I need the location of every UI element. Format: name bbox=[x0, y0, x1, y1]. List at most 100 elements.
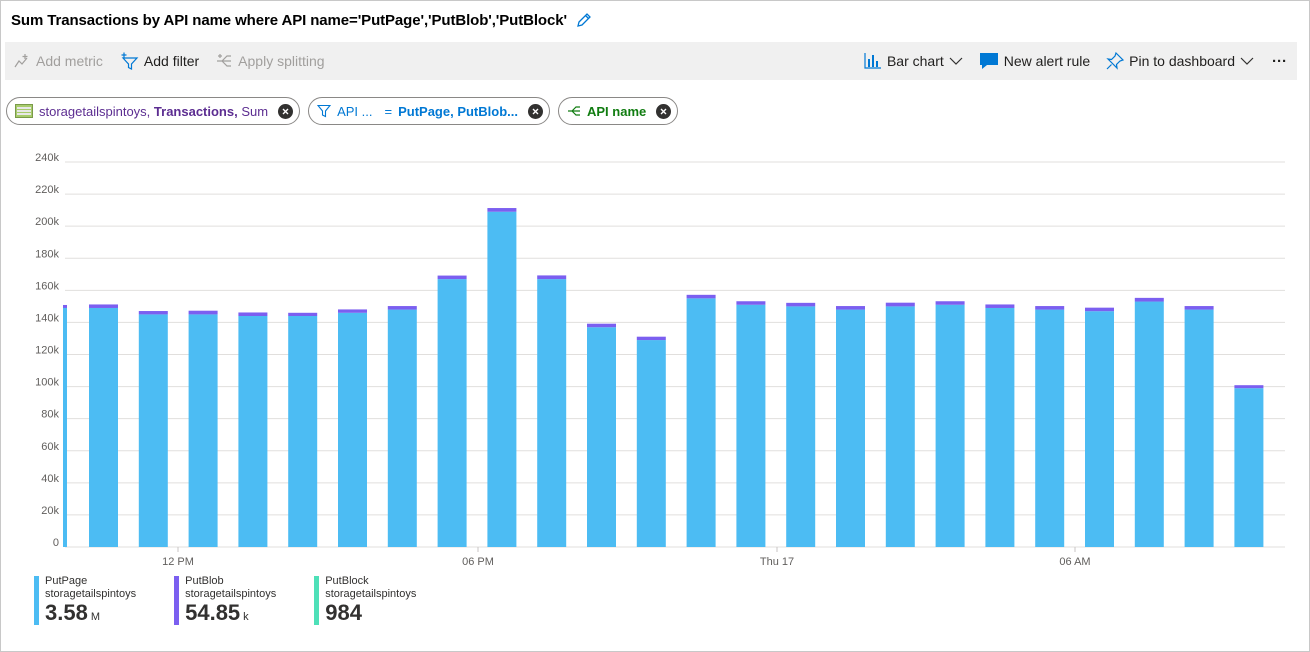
bar-segment-putblob bbox=[89, 304, 118, 308]
bar-segment-putpage bbox=[885, 306, 915, 547]
legend-item-putblob[interactable]: PutBlob storagetailspintoys 54.85 k bbox=[174, 575, 276, 625]
bar-segment-putblob bbox=[338, 309, 367, 313]
bar-segment-putpage bbox=[1035, 309, 1065, 547]
bar-segment-putblob bbox=[238, 312, 268, 316]
filter-pill-operator: = bbox=[384, 103, 393, 119]
splitting-pill[interactable]: API name bbox=[557, 97, 679, 125]
filter-pill-property: API ... bbox=[337, 103, 373, 119]
chart-title: Sum Transactions by API name where API n… bbox=[11, 11, 567, 29]
legend-item-putblock[interactable]: PutBlock storagetailspintoys 984 bbox=[314, 575, 416, 625]
bar-segment-putblob bbox=[188, 310, 218, 315]
bar-segment-putblob bbox=[387, 306, 417, 310]
bar-segment-putblob bbox=[63, 304, 67, 308]
remove-metric-close-icon[interactable] bbox=[278, 103, 294, 119]
bar-segment-putpage bbox=[288, 316, 318, 547]
bar-segment-putpage bbox=[537, 279, 567, 547]
bar-segment-putpage bbox=[1184, 309, 1214, 547]
bar-segment-putblob bbox=[537, 275, 567, 280]
metric-pill[interactable]: storagetailspintoys, Transactions, Sum bbox=[6, 97, 301, 125]
filter-pill[interactable]: API ... = PutPage, PutBlob... bbox=[308, 97, 550, 125]
apply-splitting-label: Apply splitting bbox=[238, 53, 325, 69]
pin-icon bbox=[1106, 52, 1125, 70]
bar-segment-putpage bbox=[686, 298, 716, 547]
remove-splitting-close-icon[interactable] bbox=[656, 103, 672, 119]
x-tick-label: 06 AM bbox=[1059, 556, 1090, 568]
edit-pencil-icon[interactable] bbox=[575, 11, 593, 29]
metric-pill-resource: storagetailspintoys, bbox=[39, 103, 151, 119]
alert-rule-icon bbox=[979, 53, 998, 69]
add-metric-label: Add metric bbox=[36, 53, 103, 69]
legend-series-total: 3.58 M bbox=[45, 600, 100, 625]
bar-segment-putblob bbox=[935, 301, 965, 305]
bar-segment-putblob bbox=[786, 302, 816, 307]
new-alert-rule-button[interactable]: New alert rule bbox=[971, 42, 1098, 80]
bar-segment-putpage bbox=[437, 279, 467, 547]
bar-segment-putpage bbox=[89, 307, 118, 547]
y-tick-label: 100k bbox=[35, 377, 59, 389]
y-tick-label: 0 bbox=[53, 537, 59, 549]
bar-segment-putpage bbox=[63, 307, 67, 547]
bar-segment-putpage bbox=[836, 309, 865, 547]
legend-color-swatch bbox=[314, 576, 320, 625]
remove-filter-close-icon[interactable] bbox=[527, 103, 543, 119]
y-tick-label: 160k bbox=[35, 280, 59, 292]
add-filter-icon bbox=[121, 52, 139, 70]
y-tick-label: 180k bbox=[35, 248, 59, 260]
chart-type-dropdown[interactable]: Bar chart bbox=[856, 42, 971, 80]
legend-series-name: PutBlock bbox=[325, 575, 369, 587]
bar-segment-putpage bbox=[1134, 301, 1164, 547]
add-filter-button[interactable]: Add filter bbox=[111, 42, 207, 80]
add-metric-icon bbox=[14, 54, 28, 68]
metric-pill-aggregation: Sum bbox=[241, 103, 269, 119]
legend-series-name: PutBlob bbox=[185, 575, 224, 587]
bar-segment-putblob bbox=[1184, 306, 1214, 310]
bar-segment-putpage bbox=[786, 306, 816, 547]
legend-series-total: 984 bbox=[325, 600, 362, 625]
y-tick-label: 40k bbox=[41, 473, 59, 485]
bar-segment-putblob bbox=[437, 275, 467, 280]
bar-segment-putpage bbox=[338, 312, 367, 547]
x-tick-label: 06 PM bbox=[462, 556, 494, 568]
bar-segment-putpage bbox=[985, 307, 1015, 547]
chevron-down-icon bbox=[1240, 57, 1254, 65]
bar-segment-putpage bbox=[487, 211, 517, 547]
filter-pill-values: PutPage, PutBlob... bbox=[398, 103, 518, 119]
y-tick-label: 140k bbox=[35, 312, 59, 324]
filter-icon bbox=[317, 104, 332, 118]
splitting-pill-property: API name bbox=[586, 103, 647, 119]
legend-series-name: PutPage bbox=[45, 575, 88, 587]
bar-segment-putpage bbox=[636, 340, 666, 547]
bar-segment-putblob bbox=[985, 304, 1015, 308]
bar-segment-putblob bbox=[1234, 385, 1264, 389]
metric-pill-metric: Transactions, bbox=[153, 103, 238, 119]
y-tick-label: 80k bbox=[41, 409, 59, 421]
bar-segment-putblob bbox=[288, 312, 318, 316]
bar-segment-putpage bbox=[1234, 388, 1264, 547]
y-tick-label: 120k bbox=[35, 345, 59, 357]
bar-segment-putblob bbox=[836, 306, 865, 310]
splitting-icon bbox=[567, 106, 580, 116]
apply-splitting-button[interactable]: Apply splitting bbox=[207, 42, 332, 80]
more-options-button[interactable]: ··· bbox=[1262, 42, 1297, 80]
apply-splitting-icon bbox=[217, 54, 232, 67]
chevron-down-icon bbox=[949, 57, 963, 65]
x-tick-label: Thu 17 bbox=[760, 556, 794, 568]
x-tick-label: 12 PM bbox=[162, 556, 194, 568]
bar-segment-putpage bbox=[736, 304, 766, 547]
legend-series-total: 54.85 k bbox=[185, 600, 249, 625]
add-filter-label: Add filter bbox=[143, 53, 200, 69]
pin-to-dashboard-dropdown[interactable]: Pin to dashboard bbox=[1098, 42, 1262, 80]
chart-toolbar: Add metric Add filter Apply splitting Ba… bbox=[5, 42, 1297, 80]
bar-segment-putblob bbox=[686, 294, 716, 299]
bar-segment-putpage bbox=[935, 304, 965, 547]
metrics-chart-panel: Sum Transactions by API name where API n… bbox=[0, 0, 1310, 652]
y-tick-label: 60k bbox=[41, 441, 59, 453]
legend-item-putpage[interactable]: PutPage storagetailspintoys 3.58 M bbox=[34, 575, 136, 625]
bar-segment-putblob bbox=[487, 208, 517, 212]
new-alert-rule-label: New alert rule bbox=[1003, 53, 1091, 69]
y-tick-label: 240k bbox=[35, 152, 59, 164]
y-tick-label: 20k bbox=[41, 505, 59, 517]
bar-segment-putpage bbox=[188, 314, 218, 547]
y-tick-label: 220k bbox=[35, 184, 59, 196]
add-metric-button[interactable]: Add metric bbox=[5, 42, 111, 80]
